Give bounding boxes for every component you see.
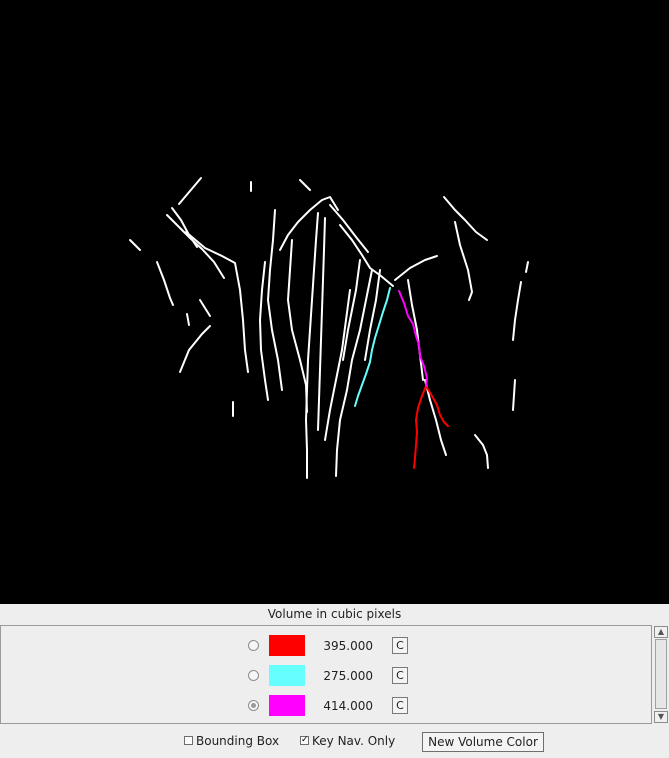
volume-row: 395.000 C <box>1 634 651 658</box>
volume-select-radio[interactable] <box>248 700 259 711</box>
volume-value: 275.000 <box>323 669 373 683</box>
scrollbar-thumb[interactable] <box>655 639 667 709</box>
trace-red <box>413 385 449 469</box>
volume-list: 395.000 C 275.000 C 414.000 C <box>0 625 652 724</box>
scroll-up-arrow-icon[interactable]: ▲ <box>654 626 668 638</box>
volume-list-scrollbar[interactable]: ▲ ▼ <box>653 625 669 724</box>
volume-row: 414.000 C <box>1 694 651 718</box>
volume-render <box>129 177 529 479</box>
volume-color-swatch[interactable] <box>269 695 305 716</box>
bounding-box-checkbox[interactable] <box>184 736 193 745</box>
scroll-down-arrow-icon[interactable]: ▼ <box>654 711 668 723</box>
volume-c-button[interactable]: C <box>392 697 408 714</box>
volume-c-button[interactable]: C <box>392 667 408 684</box>
trace-cyan <box>354 287 391 407</box>
volume-panel-title: Volume in cubic pixels <box>0 604 669 625</box>
volume-traces <box>354 287 449 469</box>
volume-c-button[interactable]: C <box>392 637 408 654</box>
new-volume-color-button[interactable]: New Volume Color <box>422 732 544 752</box>
controls-bar: Bounding Box ✓ Key Nav. Only New Volume … <box>0 724 669 758</box>
key-nav-only-checkbox[interactable]: ✓ <box>300 736 309 745</box>
3d-volume-viewport[interactable] <box>0 0 669 604</box>
volume-value: 414.000 <box>323 699 373 713</box>
bounding-box-label: Bounding Box <box>196 734 280 748</box>
volume-color-swatch[interactable] <box>269 665 305 686</box>
volume-select-radio[interactable] <box>248 640 259 651</box>
volume-value: 395.000 <box>323 639 373 653</box>
key-nav-only-label: Key Nav. Only <box>312 734 396 748</box>
volume-row: 275.000 C <box>1 664 651 688</box>
volume-select-radio[interactable] <box>248 670 259 681</box>
volume-color-swatch[interactable] <box>269 635 305 656</box>
white-neurite-traces <box>129 177 529 479</box>
